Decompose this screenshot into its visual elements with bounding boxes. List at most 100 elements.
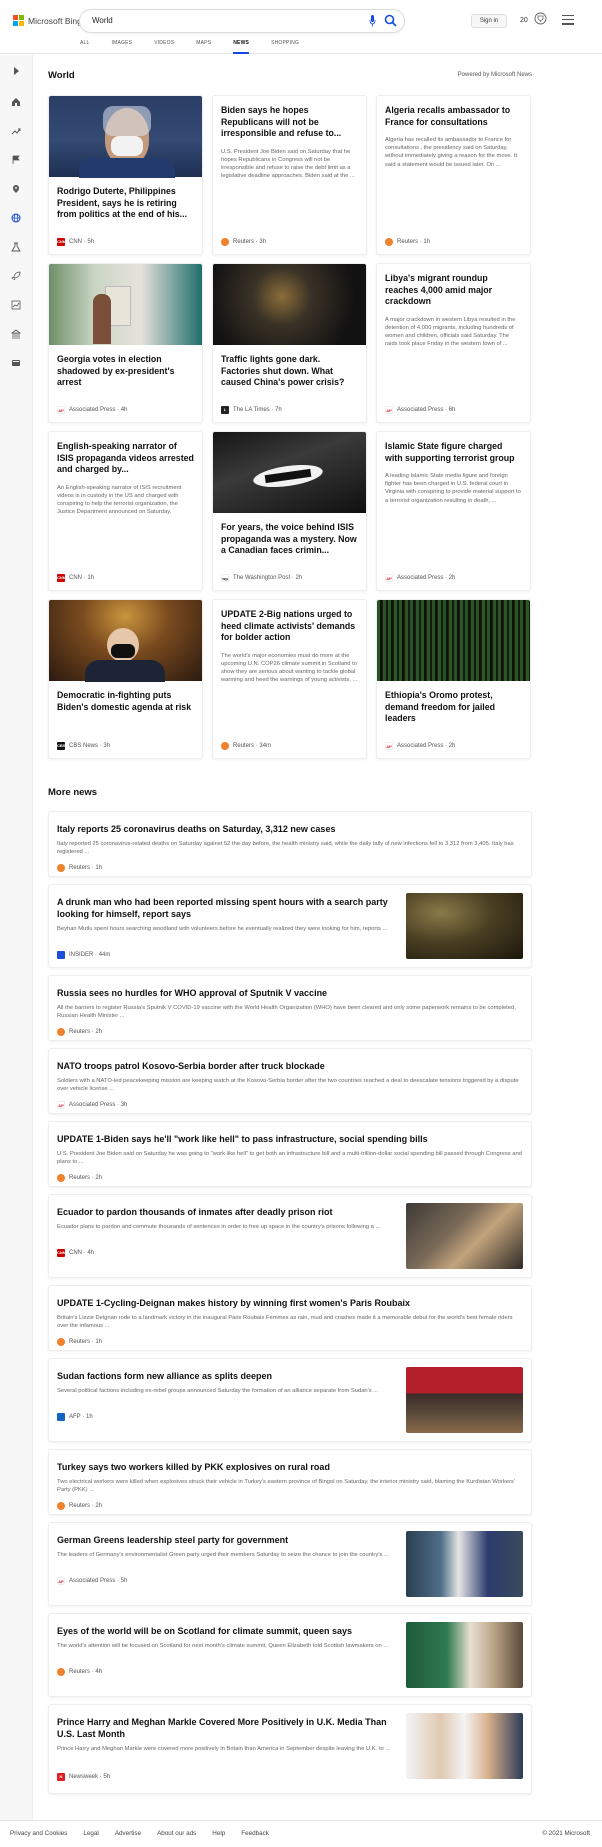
card-title[interactable]: English-speaking narrator of ISIS propag… (49, 441, 202, 476)
item-title[interactable]: German Greens leadership steel party for… (57, 1534, 397, 1546)
card-title[interactable]: Algeria recalls ambassador to France for… (377, 105, 530, 128)
cnn-logo-icon: CNN (57, 574, 66, 582)
rewards-trophy-icon[interactable] (534, 12, 547, 25)
item-source: AP Associated Press · 5h (57, 1577, 128, 1585)
tab-maps[interactable]: MAPS (196, 40, 211, 54)
tab-images[interactable]: IMAGES (112, 40, 133, 54)
news-card[interactable]: Ethiopia's Oromo protest, demand freedom… (376, 599, 531, 759)
card-title[interactable]: Ethiopia's Oromo protest, demand freedom… (377, 690, 530, 725)
item-source: Reuters · 2h (57, 1174, 102, 1182)
search-icon[interactable] (384, 14, 397, 27)
chart-icon[interactable] (11, 300, 21, 310)
science-icon[interactable] (11, 242, 21, 252)
cnn-logo-icon: CNN (57, 238, 66, 246)
sign-in-button[interactable]: Sign in (471, 14, 507, 28)
news-card[interactable]: Libya's migrant roundup reaches 4,000 am… (376, 263, 531, 423)
news-list-item[interactable]: Ecuador to pardon thousands of inmates a… (48, 1194, 532, 1278)
footer-link-feedback[interactable]: Feedback (241, 1830, 269, 1837)
card-title[interactable]: Traffic lights gone dark. Factories shut… (213, 354, 366, 389)
item-title[interactable]: A drunk man who had been reported missin… (57, 896, 397, 920)
expand-chevron-icon[interactable] (11, 66, 21, 76)
news-card[interactable]: UPDATE 2-Big nations urged to heed clima… (212, 599, 367, 759)
powered-by-text[interactable]: Powered by Microsoft News (458, 72, 532, 78)
rocket-icon[interactable] (11, 271, 21, 281)
footer-link-legal[interactable]: Legal (83, 1830, 98, 1837)
section-title-more-news: More news (48, 787, 98, 798)
news-list-item[interactable]: Eyes of the world will be on Scotland fo… (48, 1613, 532, 1697)
footer-link-about-ads[interactable]: About our ads (157, 1830, 196, 1837)
news-list-item[interactable]: Italy reports 25 coronavirus deaths on S… (48, 811, 532, 877)
card-source: AP Associated Press · 2h (385, 742, 456, 750)
item-title[interactable]: Italy reports 25 coronavirus deaths on S… (57, 823, 335, 835)
news-card[interactable]: Algeria recalls ambassador to France for… (376, 95, 531, 255)
trending-icon[interactable] (11, 126, 21, 136)
hamburger-menu-icon[interactable] (562, 15, 574, 25)
tab-all[interactable]: ALL (80, 40, 90, 54)
news-list-item[interactable]: UPDATE 1-Cycling-Deignan makes history b… (48, 1285, 532, 1351)
item-source: N Newsweek · 5h (57, 1773, 110, 1781)
news-list-item[interactable]: UPDATE 1-Biden says he'll "work like hel… (48, 1121, 532, 1187)
item-title[interactable]: Turkey says two workers killed by PKK ex… (57, 1461, 330, 1473)
news-image (49, 96, 202, 178)
ap-logo-icon: AP (385, 574, 393, 582)
news-list-item[interactable]: German Greens leadership steel party for… (48, 1522, 532, 1606)
tab-news[interactable]: NEWS (233, 40, 249, 54)
location-pin-icon[interactable] (11, 184, 21, 194)
news-card[interactable]: Democratic in-fighting puts Biden's dome… (48, 599, 203, 759)
news-list-item[interactable]: Prince Harry and Meghan Markle Covered M… (48, 1704, 532, 1794)
ap-logo-icon: AP (385, 742, 393, 750)
card-source: AP Associated Press · 4h (57, 406, 128, 414)
card-title[interactable]: Georgia votes in election shadowed by ex… (49, 354, 202, 389)
tab-videos[interactable]: VIDEOS (154, 40, 174, 54)
logo-text: Microsoft Bing (28, 15, 82, 26)
item-title[interactable]: Russia sees no hurdles for WHO approval … (57, 987, 327, 999)
government-icon[interactable] (11, 329, 21, 339)
news-card[interactable]: Biden says he hopes Republicans will not… (212, 95, 367, 255)
card-description: The world's major economies must do more… (221, 652, 358, 684)
item-title[interactable]: UPDATE 1-Cycling-Deignan makes history b… (57, 1297, 410, 1309)
news-card[interactable]: Rodrigo Duterte, Philippines President, … (48, 95, 203, 255)
card-title[interactable]: For years, the voice behind ISIS propaga… (213, 522, 366, 557)
news-card[interactable]: Islamic State figure charged with suppor… (376, 431, 531, 591)
item-title[interactable]: UPDATE 1-Biden says he'll "work like hel… (57, 1133, 428, 1145)
card-title[interactable]: Democratic in-fighting puts Biden's dome… (49, 690, 202, 713)
item-description: U.S. President Joe Biden said on Saturda… (57, 1151, 522, 1166)
news-card[interactable]: English-speaking narrator of ISIS propag… (48, 431, 203, 591)
news-list-item[interactable]: Russia sees no hurdles for WHO approval … (48, 975, 532, 1041)
tab-shopping[interactable]: SHOPPING (271, 40, 299, 54)
microphone-icon[interactable] (369, 15, 376, 27)
news-list-item[interactable]: A drunk man who had been reported missin… (48, 884, 532, 968)
search-box[interactable]: World (80, 10, 404, 32)
news-card[interactable]: For years, the voice behind ISIS propaga… (212, 431, 367, 591)
card-description: A major crackdown in western Libya resul… (385, 316, 516, 348)
item-title[interactable]: NATO troops patrol Kosovo-Serbia border … (57, 1060, 325, 1072)
item-description: Several political factions including ex-… (57, 1388, 379, 1394)
news-list-item[interactable]: Sudan factions form new alliance as spli… (48, 1358, 532, 1442)
news-card[interactable]: Traffic lights gone dark. Factories shut… (212, 263, 367, 423)
video-icon[interactable] (11, 358, 21, 368)
item-title[interactable]: Ecuador to pardon thousands of inmates a… (57, 1206, 397, 1218)
reuters-logo-icon (57, 1174, 65, 1182)
page-footer: Privacy and Cookies Legal Advertise Abou… (0, 1820, 602, 1847)
news-list-item[interactable]: NATO troops patrol Kosovo-Serbia border … (48, 1048, 532, 1114)
item-title[interactable]: Sudan factions form new alliance as spli… (57, 1370, 397, 1382)
bing-logo[interactable]: Microsoft Bing (13, 15, 82, 26)
home-icon[interactable] (11, 97, 21, 107)
card-title[interactable]: Rodrigo Duterte, Philippines President, … (49, 186, 202, 221)
card-title[interactable]: UPDATE 2-Big nations urged to heed clima… (213, 609, 366, 644)
item-title[interactable]: Eyes of the world will be on Scotland fo… (57, 1625, 397, 1637)
footer-link-help[interactable]: Help (212, 1830, 225, 1837)
footer-link-privacy[interactable]: Privacy and Cookies (10, 1830, 67, 1837)
card-title[interactable]: Libya's migrant roundup reaches 4,000 am… (377, 273, 530, 308)
card-description: U.S. President Joe Biden said on Saturda… (221, 148, 355, 180)
card-title[interactable]: Biden says he hopes Republicans will not… (213, 105, 366, 140)
news-list-item[interactable]: Turkey says two workers killed by PKK ex… (48, 1449, 532, 1515)
item-title[interactable]: Prince Harry and Meghan Markle Covered M… (57, 1716, 397, 1740)
footer-link-advertise[interactable]: Advertise (115, 1830, 141, 1837)
card-title[interactable]: Islamic State figure charged with suppor… (377, 441, 530, 464)
reuters-logo-icon (57, 1502, 65, 1510)
search-input[interactable]: World (92, 16, 113, 25)
news-card[interactable]: Georgia votes in election shadowed by ex… (48, 263, 203, 423)
globe-icon[interactable] (11, 213, 21, 223)
flag-icon[interactable] (11, 155, 21, 165)
